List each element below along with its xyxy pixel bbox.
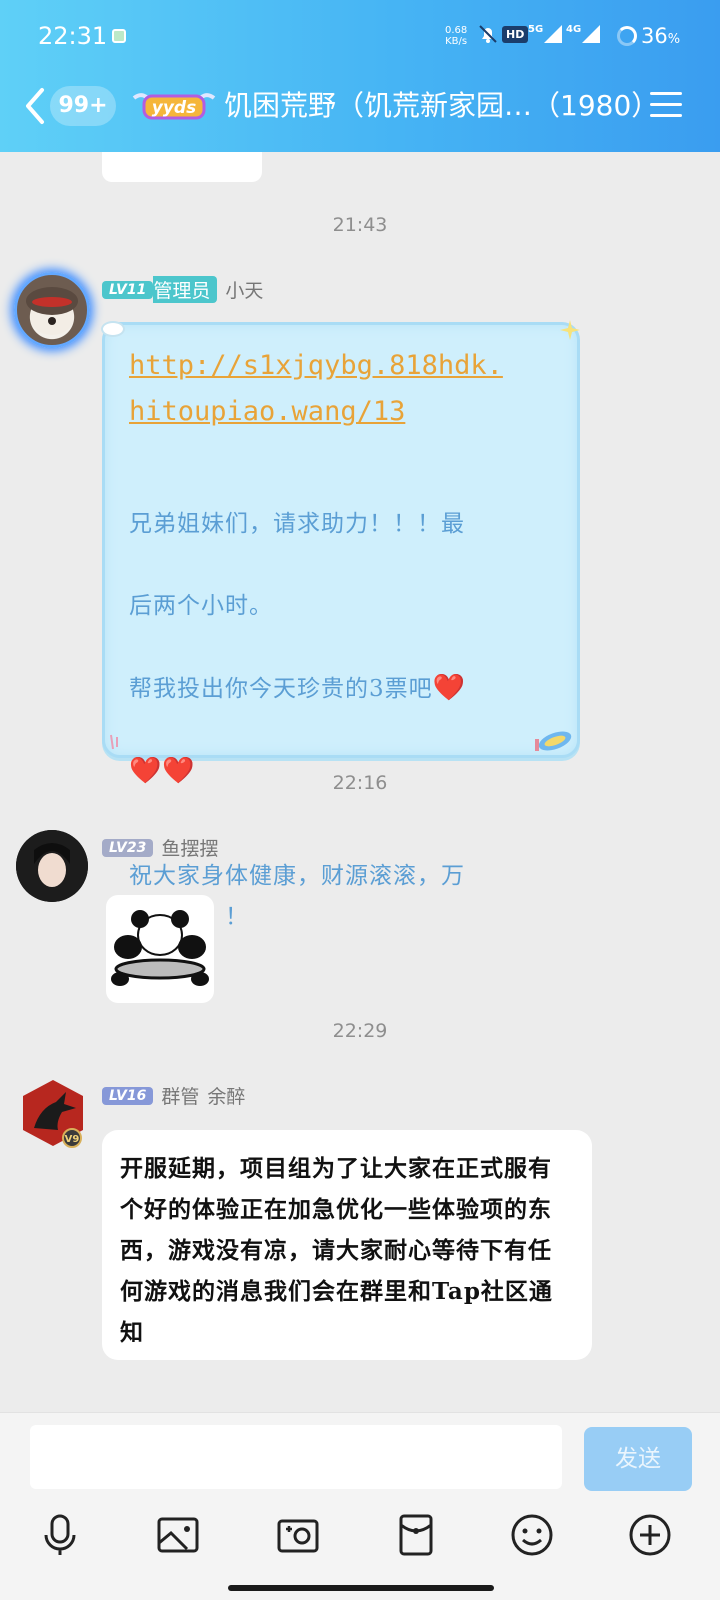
vote-link[interactable]: http://s1xjqybg.818hdk. hitoupiao.wang/1…: [129, 343, 553, 435]
svg-text:V9: V9: [65, 1134, 80, 1145]
timestamp: 22:16: [332, 772, 388, 794]
home-indicator[interactable]: [228, 1585, 494, 1591]
chat-header: 22:31 0.68 KB/s HD 5G 4G 36% 99+ yyds 饥困…: [0, 0, 720, 152]
signal-5g-label: 5G: [528, 24, 544, 35]
previous-sticker-message[interactable]: [102, 152, 262, 182]
admin-role-tag: 管理员: [153, 276, 218, 303]
star-decoration-icon: [560, 320, 580, 340]
signal-icon: [544, 25, 562, 43]
plus-icon[interactable]: [628, 1513, 672, 1557]
mute-bell-icon: [479, 25, 497, 43]
sender-name[interactable]: 小天: [225, 276, 263, 303]
camera-icon[interactable]: [276, 1513, 320, 1557]
emoji-icon[interactable]: [510, 1513, 554, 1557]
group-title[interactable]: 饥困荒野（饥荒新家园…（1980）: [224, 88, 650, 124]
sender-row: LV11 管理员 小天: [102, 276, 263, 303]
red-packet-icon[interactable]: [394, 1513, 438, 1557]
sparkle-decoration-icon: [110, 734, 118, 750]
avatar[interactable]: [14, 272, 90, 348]
panda-sticker[interactable]: [106, 895, 214, 1003]
yyds-badge-icon: yyds: [132, 93, 216, 120]
timestamp: 21:43: [332, 214, 388, 236]
unread-count-badge[interactable]: 99+: [50, 86, 116, 126]
person-avatar-icon: [16, 830, 88, 902]
status-time: 22:31: [38, 22, 108, 50]
battery-percent: 36%: [641, 24, 681, 48]
message-text: 开服延期，项目组为了让大家在正式服有个好的体验正在加急优化一些体验项的东西，游戏…: [120, 1155, 553, 1346]
role-tag: 群管: [161, 1086, 200, 1108]
level-badge: LV23: [102, 838, 154, 857]
signal-4g-label: 4G: [566, 24, 582, 35]
input-bar: 发送: [0, 1412, 720, 1600]
bubble-decoration: [101, 321, 125, 337]
svg-text:yyds: yyds: [152, 98, 196, 118]
avatar[interactable]: V9: [20, 1078, 86, 1148]
sender-name[interactable]: 余醉: [207, 1082, 245, 1109]
send-button[interactable]: 发送: [584, 1427, 692, 1491]
message-bubble[interactable]: http://s1xjqybg.818hdk. hitoupiao.wang/1…: [101, 320, 580, 930]
chat-message-list[interactable]: 21:43 LV11 管理员 小天 http://s1xjqybg.818hdk…: [0, 152, 720, 1412]
sender-row: LV16 群管 余醉: [102, 1082, 245, 1109]
battery-icon: [617, 26, 637, 46]
hd-voice-badge: HD: [502, 26, 529, 43]
timestamp: 22:29: [332, 1020, 388, 1042]
signal-icon: [582, 25, 600, 43]
panda-meme-icon: [111, 910, 209, 986]
husky-avatar-icon: [26, 287, 78, 335]
dragon-avatar-icon: V9: [23, 1080, 83, 1148]
sender-name[interactable]: 鱼摆摆: [161, 834, 218, 861]
heart-emoji: ❤️: [432, 673, 467, 703]
notification-icon: [112, 29, 126, 43]
menu-icon[interactable]: [650, 92, 682, 120]
image-icon[interactable]: [156, 1513, 200, 1557]
message-bubble[interactable]: 开服延期，项目组为了让大家在正式服有个好的体验正在加急优化一些体验项的东西，游戏…: [102, 1130, 592, 1360]
network-speed: 0.68 KB/s: [445, 25, 468, 47]
message-input[interactable]: [30, 1425, 562, 1489]
surfboard-decoration-icon: [535, 731, 572, 751]
level-badge: LV11: [102, 280, 154, 299]
sender-row: LV23 鱼摆摆: [102, 834, 218, 861]
back-arrow-icon[interactable]: [20, 86, 50, 126]
microphone-icon[interactable]: [38, 1513, 82, 1557]
avatar[interactable]: [16, 830, 88, 902]
level-badge: LV16: [102, 1086, 154, 1105]
